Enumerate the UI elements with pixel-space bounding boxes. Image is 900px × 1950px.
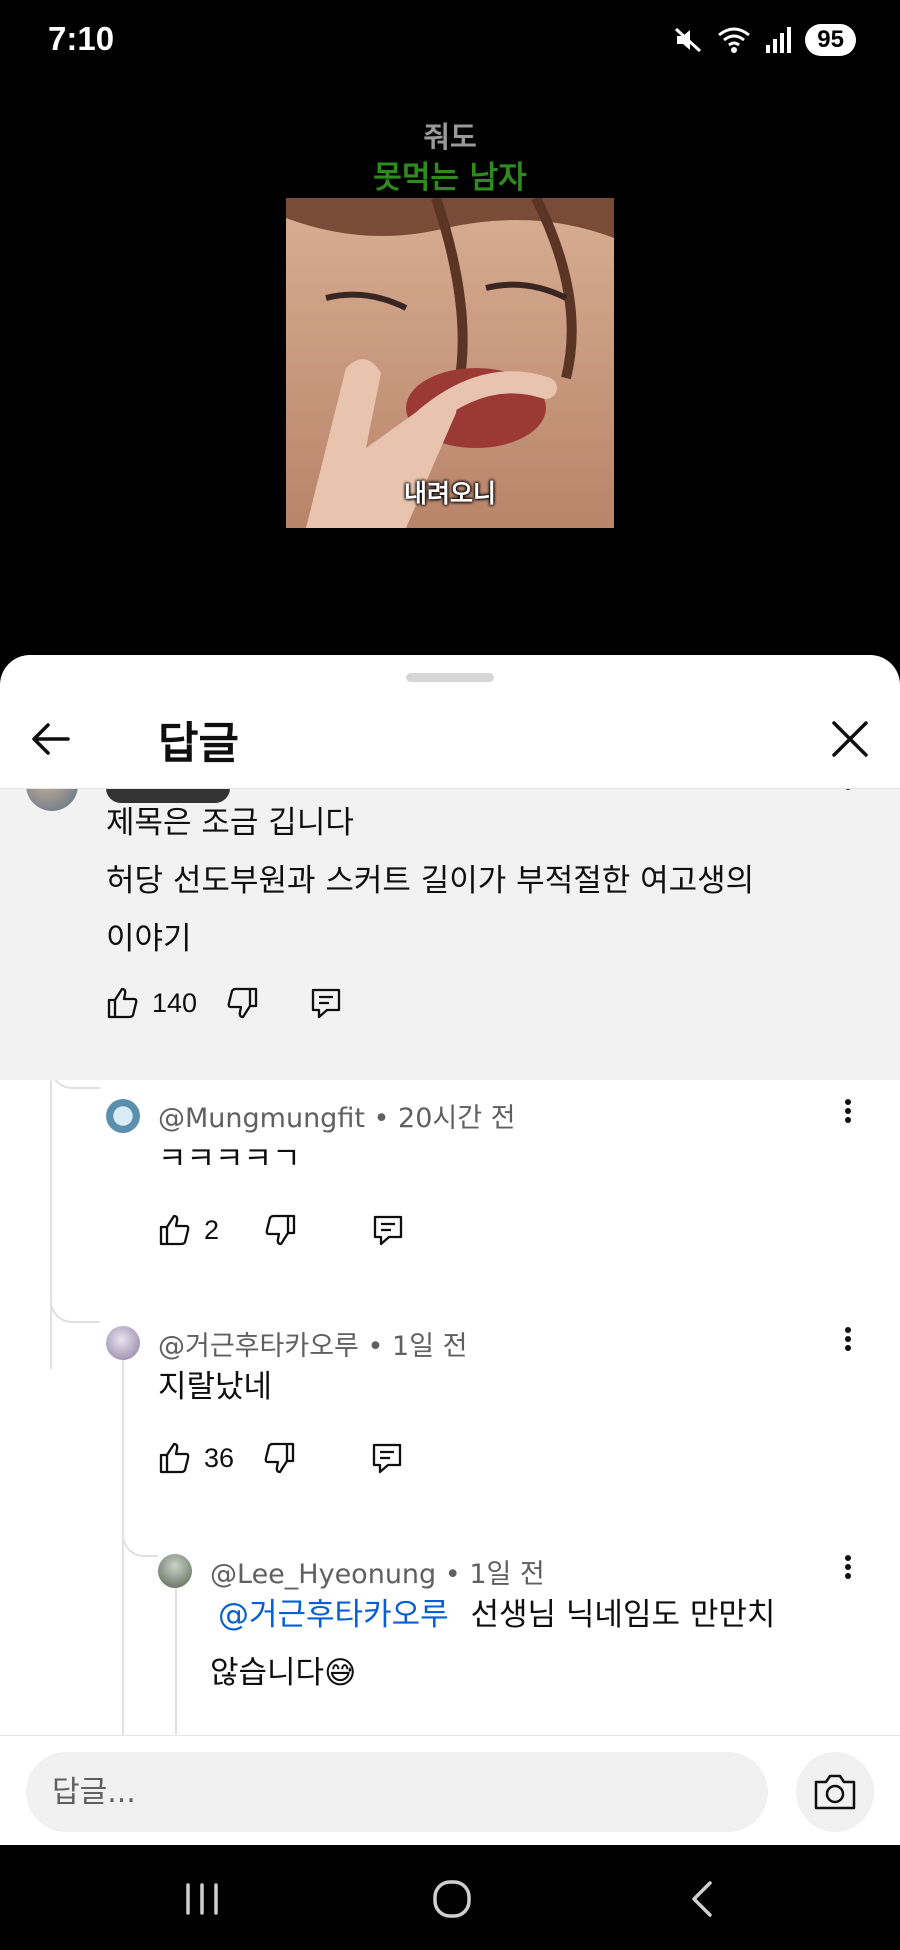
reply-item: @Mungmungfit • 20시간 전 ㅋㅋㅋㅋㄱ 2	[0, 1080, 900, 1310]
avatar[interactable]	[106, 1099, 140, 1133]
recent-apps-icon[interactable]	[178, 1875, 226, 1923]
avatar[interactable]	[26, 789, 78, 811]
reply-icon[interactable]	[309, 986, 343, 1020]
close-icon	[832, 721, 868, 757]
mention-link[interactable]: @거근후타카오루	[218, 1597, 449, 1633]
reply-input-bar	[0, 1735, 900, 1845]
comment-line: 허당 선도부원과 스커트 길이가 부적절한 여고생의	[106, 863, 755, 899]
like-count: 2	[204, 1214, 220, 1245]
reply-item: @Lee_Hyeonung • 1일 전 @거근후타카오루 선생님 닉네임도 만…	[0, 1538, 900, 1735]
video-frame: 내려오니	[286, 198, 614, 528]
more-options-button[interactable]	[833, 1096, 863, 1140]
separator: •	[367, 1331, 384, 1362]
home-icon[interactable]	[428, 1875, 476, 1923]
comment-actions: 140	[106, 981, 343, 1025]
status-bar: 7:10 95	[0, 0, 900, 84]
comment-actions: 2	[158, 1208, 405, 1252]
comment-text: ㅋㅋㅋㅋㄱ	[158, 1141, 301, 1177]
wifi-icon	[718, 27, 751, 53]
video-player[interactable]: 줘도 못먹는 남자 내려오니	[0, 84, 900, 654]
video-title-line2: 못먹는 남자	[373, 160, 527, 196]
avatar[interactable]	[106, 1326, 140, 1360]
thumbs-up-icon[interactable]	[106, 986, 140, 1020]
system-nav-bar	[0, 1845, 900, 1950]
more-options-button[interactable]	[833, 789, 863, 825]
more-options-button[interactable]	[833, 1324, 863, 1368]
camera-button[interactable]	[796, 1752, 874, 1832]
thumbs-up-icon[interactable]	[158, 1441, 192, 1475]
drag-handle[interactable]	[406, 673, 494, 682]
more-options-button[interactable]	[833, 1552, 863, 1596]
timestamp: 20시간 전	[398, 1103, 516, 1134]
comment-line: 않습니다😅	[210, 1655, 357, 1691]
close-button[interactable]	[826, 715, 874, 763]
thumbs-down-icon[interactable]	[263, 1213, 297, 1247]
avatar[interactable]	[158, 1554, 192, 1588]
separator: •	[373, 1103, 390, 1134]
thumbs-up-icon[interactable]	[158, 1213, 192, 1247]
thumbs-down-icon[interactable]	[262, 1441, 296, 1475]
parent-comment: 제목은 조금 깁니다 허당 선도부원과 스커트 길이가 부적절한 여고생의 이야…	[0, 789, 900, 1080]
reply-input[interactable]	[26, 1752, 768, 1832]
timestamp: 1일 전	[392, 1331, 468, 1362]
sheet-title: 답글	[158, 718, 239, 769]
status-icons: 95	[673, 24, 856, 56]
comments-list[interactable]: 제목은 조금 깁니다 허당 선도부원과 스커트 길이가 부적절한 여고생의 이야…	[0, 789, 900, 1735]
video-title-line1: 줘도	[423, 120, 477, 154]
reply-item: @거근후타카오루 • 1일 전 지랄났네 36	[0, 1310, 900, 1538]
back-nav-icon[interactable]	[680, 1875, 728, 1923]
comment-line: 제목은 조금 깁니다	[106, 805, 354, 841]
comment-actions: 36	[158, 1436, 404, 1480]
battery-icon: 95	[805, 24, 856, 56]
video-caption: 내려오니	[403, 479, 496, 508]
signal-icon	[766, 27, 792, 53]
comment-line-text: 선생님 닉네임도 만만치	[470, 1597, 776, 1633]
thumbs-down-icon[interactable]	[225, 986, 259, 1020]
status-time: 7:10	[48, 20, 115, 57]
comment-line: 이야기	[106, 921, 192, 957]
arrow-left-icon	[32, 723, 70, 755]
like-count: 36	[204, 1442, 235, 1473]
sheet-header: 답글	[0, 685, 900, 789]
comment-text: 제목은 조금 깁니다 허당 선도부원과 스커트 길이가 부적절한 여고생의 이야…	[106, 794, 754, 968]
comment-text: 지랄났네	[158, 1369, 273, 1405]
mute-icon	[675, 27, 702, 53]
comment-line: @거근후타카오루 선생님 닉네임도 만만치	[210, 1586, 775, 1644]
replies-sheet: 답글 제목은 조금 깁니다 허당 선도부원과 스커트 길이가 부적절한 여고생의…	[0, 655, 900, 1845]
comment-text: @거근후타카오루 선생님 닉네임도 만만치 않습니다😅	[210, 1586, 775, 1702]
reply-icon[interactable]	[370, 1441, 404, 1475]
reply-icon[interactable]	[371, 1213, 405, 1247]
camera-icon	[814, 1774, 856, 1810]
like-count: 140	[152, 987, 198, 1018]
back-button[interactable]	[28, 715, 76, 763]
